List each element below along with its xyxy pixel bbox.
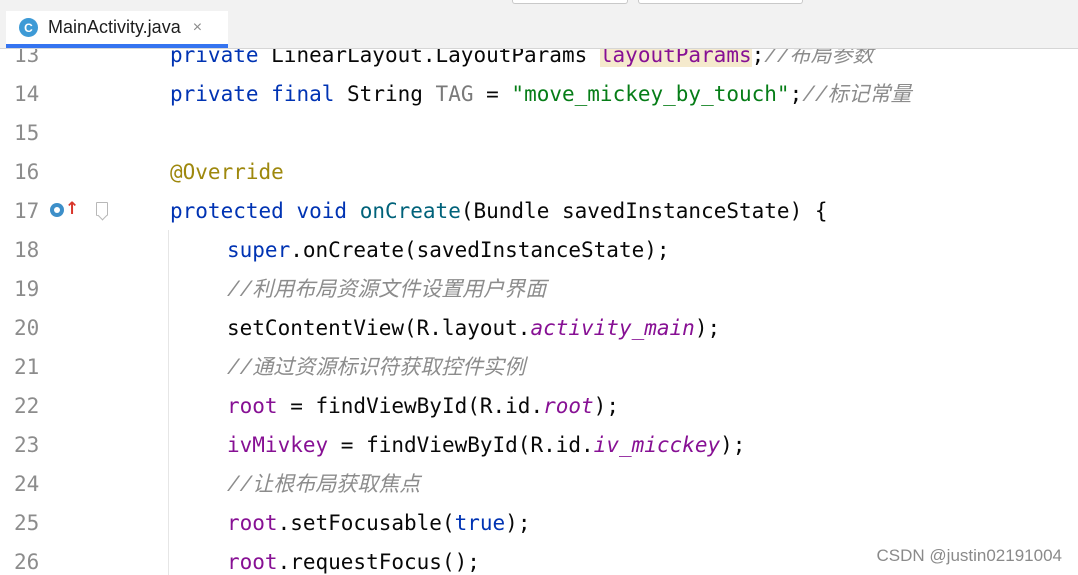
keyword: private: [170, 82, 259, 106]
code-text: @Override: [170, 153, 284, 192]
code-rest: (Bundle savedInstanceState) {: [460, 199, 828, 223]
code-text: protected void onCreate(Bundle savedInst…: [170, 192, 828, 231]
code-post: );: [694, 316, 721, 340]
line-number: 23: [14, 433, 40, 457]
fold-icon[interactable]: [96, 202, 108, 216]
field-highlighted: layoutParams: [599, 49, 752, 67]
annotation: @Override: [170, 160, 284, 184]
line-number: 17: [14, 199, 40, 223]
indent-guide: [168, 230, 169, 575]
string-literal: "move_mickey_by_touch": [511, 82, 790, 106]
watermark: CSDN @justin02191004: [876, 546, 1062, 565]
code-pre: .setFocusable(: [277, 511, 455, 535]
tab-title: MainActivity.java: [48, 17, 181, 37]
code-text: super.onCreate(savedInstanceState);: [227, 231, 670, 270]
code-line-13: 13 private LinearLayout.LayoutParams lay…: [0, 49, 1078, 75]
method-name: onCreate: [359, 199, 461, 223]
code-post: );: [505, 511, 531, 535]
override-icon: [50, 203, 64, 217]
code-line-22: 22 root = findViewById(R.id.root);: [0, 387, 1078, 426]
code-editor[interactable]: 13 private LinearLayout.LayoutParams lay…: [0, 49, 1078, 575]
type-text: String: [334, 82, 436, 106]
constant-name: TAG: [435, 82, 474, 106]
code-post: );: [720, 433, 746, 457]
code-text: root.requestFocus();: [227, 543, 480, 575]
line-number: 21: [14, 355, 40, 379]
code-text: private final String TAG = "move_mickey_…: [170, 75, 911, 116]
code-line-16: 16 @Override: [0, 153, 1078, 192]
code-line-20: 20 setContentView(R.layout.activity_main…: [0, 309, 1078, 348]
line-number: 14: [14, 82, 40, 106]
code-rest: .requestFocus();: [277, 550, 480, 574]
code-line-23: 23 ivMivkey = findViewById(R.id.iv_micck…: [0, 426, 1078, 465]
up-arrow-icon: ↑: [65, 199, 80, 219]
comment: //让根布局获取焦点: [227, 475, 421, 498]
line-number: 15: [14, 121, 40, 145]
java-class-icon: C: [19, 18, 38, 37]
line-number: 18: [14, 238, 40, 262]
semicolon: ;: [751, 49, 765, 67]
field: root: [227, 550, 278, 574]
field: root: [227, 511, 278, 535]
static-field: iv_micckey: [593, 433, 721, 457]
code-text: root.setFocusable(true);: [227, 504, 530, 543]
keyword: true: [454, 511, 506, 535]
code-text: setContentView(R.layout.activity_main);: [227, 309, 720, 348]
code-line-14: 14 private final String TAG = "move_mick…: [0, 75, 1078, 114]
semicolon: ;: [789, 82, 803, 106]
operator: =: [473, 82, 512, 106]
line-number: 22: [14, 394, 40, 418]
code-pre: = findViewById(R.id.: [277, 394, 544, 418]
keyword: super: [227, 238, 291, 262]
field: root: [227, 394, 278, 418]
keyword: protected: [170, 199, 284, 223]
close-icon[interactable]: ×: [193, 19, 202, 37]
editor-tab-bar: C MainActivity.java ×: [0, 8, 1078, 49]
code-pre: setContentView(R.layout.: [227, 316, 531, 340]
code-line-21: 21 //通过资源标识符获取控件实例: [0, 348, 1078, 387]
code-rest: .onCreate(savedInstanceState);: [290, 238, 670, 262]
keyword: private: [170, 49, 259, 67]
line-number: 13: [14, 49, 40, 67]
comment: //通过资源标识符获取控件实例: [227, 358, 526, 381]
line-number: 19: [14, 277, 40, 301]
code-text: //通过资源标识符获取控件实例: [227, 348, 525, 389]
tab-mainactivity-java[interactable]: C MainActivity.java ×: [6, 11, 228, 48]
line-number: 20: [14, 316, 40, 340]
toolbar-dropdown-left[interactable]: [512, 0, 628, 4]
code-text: private LinearLayout.LayoutParams layout…: [170, 49, 873, 77]
code-line-15: 15: [0, 114, 1078, 153]
keyword: final: [271, 82, 335, 106]
comment: //利用布局资源文件设置用户界面: [227, 280, 547, 303]
code-line-25: 25 root.setFocusable(true);: [0, 504, 1078, 543]
static-field: activity_main: [530, 316, 695, 340]
code-post: );: [593, 394, 619, 418]
code-lines: 13 private LinearLayout.LayoutParams lay…: [0, 49, 1078, 575]
toolbar-dropdown-right[interactable]: [638, 0, 803, 4]
code-text: //利用布局资源文件设置用户界面: [227, 270, 546, 311]
keyword: void: [296, 199, 348, 223]
line-number: 26: [14, 550, 40, 574]
code-pre: = findViewById(R.id.: [328, 433, 594, 457]
code-text: ivMivkey = findViewById(R.id.iv_micckey)…: [227, 426, 745, 465]
code-text: root = findViewById(R.id.root);: [227, 387, 619, 426]
code-text: //让根布局获取焦点: [227, 465, 420, 506]
comment: //布局参数: [764, 49, 874, 69]
override-gutter-marker[interactable]: ↑: [48, 199, 80, 221]
code-line-19: 19 //利用布局资源文件设置用户界面: [0, 270, 1078, 309]
field: ivMivkey: [227, 433, 329, 457]
line-number: 24: [14, 472, 40, 496]
line-number: 16: [14, 160, 40, 184]
code-line-18: 18 super.onCreate(savedInstanceState);: [0, 231, 1078, 270]
line-number: 25: [14, 511, 40, 535]
static-field: root: [543, 394, 594, 418]
comment: //标记常量: [802, 85, 912, 108]
code-line-17: 17 protected void onCreate(Bundle savedI…: [0, 192, 1078, 231]
type-text: LinearLayout.LayoutParams: [258, 49, 600, 67]
code-line-24: 24 //让根布局获取焦点: [0, 465, 1078, 504]
